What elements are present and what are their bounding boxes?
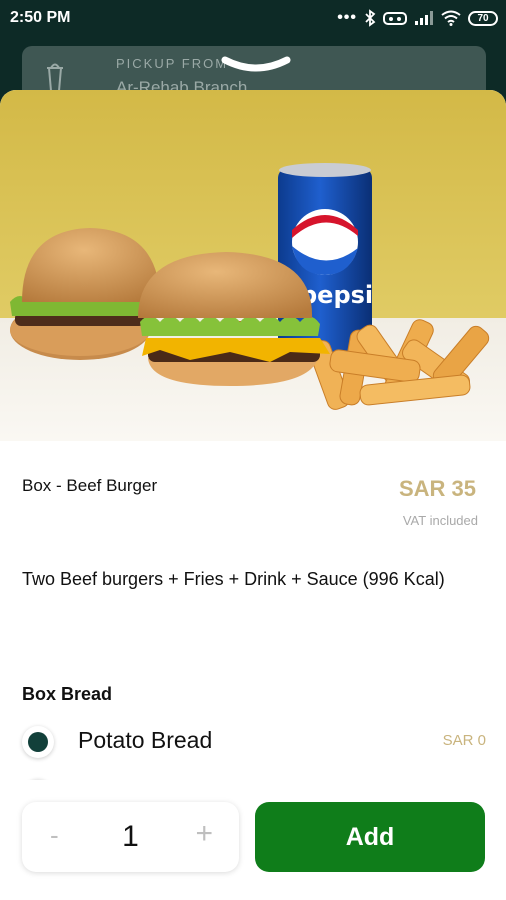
battery-icon: 70	[468, 10, 498, 26]
status-icons: ••• 70	[337, 8, 498, 28]
product-description: Two Beef burgers + Fries + Drink + Sauce…	[22, 569, 445, 589]
product-name: Box - Beef Burger	[22, 476, 158, 495]
status-time: 2:50 PM	[10, 9, 71, 26]
wifi-icon	[441, 10, 461, 26]
radio-button[interactable]	[22, 726, 54, 758]
option-price: SAR 0	[442, 732, 486, 749]
vr-icon	[383, 12, 407, 25]
cart-bar: - 1 + Add	[0, 780, 506, 900]
product-image: pepsi	[0, 90, 506, 441]
pickup-label: PICKUP FROM	[116, 56, 229, 71]
option-potato-bread[interactable]: Potato Bread SAR 0	[22, 720, 486, 764]
quantity-stepper: - 1 +	[22, 802, 239, 872]
option-label: Potato Bread	[78, 727, 213, 753]
radio-selected-dot	[28, 732, 48, 752]
drink-cup-icon	[47, 63, 63, 92]
product-price: SAR 35	[398, 476, 476, 501]
add-to-cart-button[interactable]: Add	[255, 802, 485, 872]
vat-note: VAT included	[402, 513, 478, 528]
signal-icon	[415, 11, 433, 25]
status-bar: 2:50 PM ••• 70	[0, 0, 506, 36]
chevron-down-icon[interactable]	[221, 54, 291, 74]
bluetooth-icon	[365, 9, 376, 27]
notification-dots: •••	[337, 9, 357, 26]
product-sheet: pepsi Box - Beef Burger SAR 35 VAT inclu…	[0, 90, 506, 900]
increase-button[interactable]: +	[195, 817, 213, 851]
option-section-title: Box Bread	[22, 684, 113, 704]
